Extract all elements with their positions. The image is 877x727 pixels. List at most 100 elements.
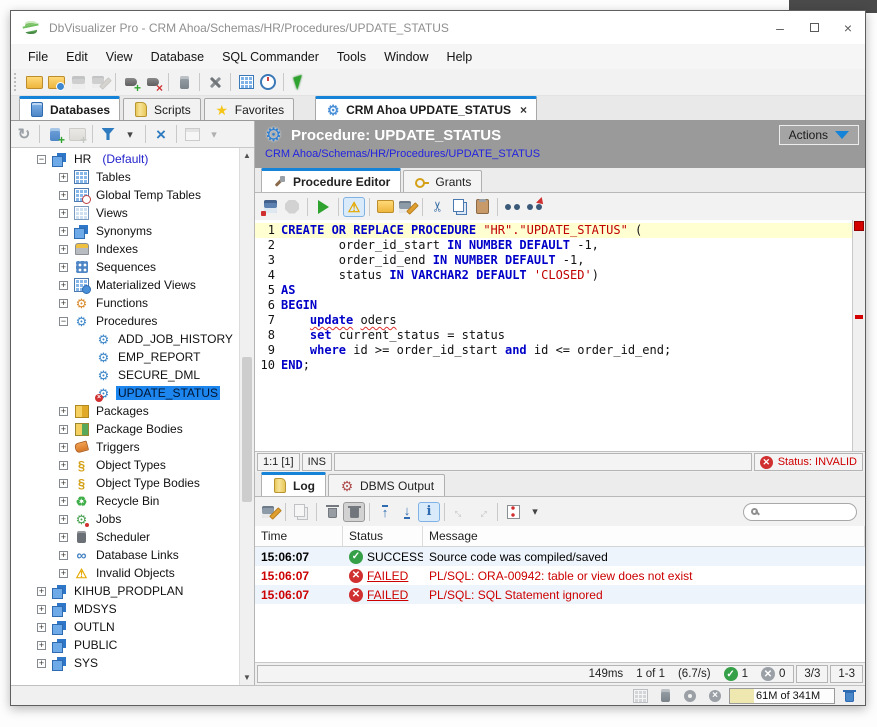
column-header-time[interactable]: Time: [255, 526, 343, 546]
code-line-7[interactable]: 7 update oders: [255, 313, 852, 328]
minimize-button[interactable]: –: [763, 11, 797, 44]
split-icon[interactable]: [502, 502, 524, 522]
expand-toggle-icon[interactable]: +: [59, 209, 68, 218]
expand-toggle-icon[interactable]: +: [59, 173, 68, 182]
tree-item-indexes[interactable]: +Indexes: [11, 240, 239, 258]
memory-indicator[interactable]: 61M of 341M: [729, 688, 835, 704]
menu-sql-commander[interactable]: SQL Commander: [213, 47, 328, 67]
menu-database[interactable]: Database: [142, 47, 214, 67]
tree-item-jobs[interactable]: +Jobs: [11, 510, 239, 528]
scroll-up-button[interactable]: ▲: [240, 148, 254, 163]
expand-toggle-icon[interactable]: +: [37, 641, 46, 650]
log-row[interactable]: 15:06:07✕FAILEDPL/SQL: ORA-00942: table …: [255, 566, 865, 585]
tree-item-views[interactable]: +Views: [11, 204, 239, 222]
tree-item-triggers[interactable]: +Triggers: [11, 438, 239, 456]
actions-button[interactable]: Actions: [779, 125, 859, 145]
maximize-button[interactable]: [797, 11, 831, 44]
server-icon[interactable]: [173, 72, 195, 92]
tree-item-outln[interactable]: +OUTLN: [11, 618, 239, 636]
expand-toggle-icon[interactable]: +: [59, 569, 68, 578]
close-button[interactable]: ×: [831, 11, 865, 44]
save-edit-icon[interactable]: [396, 197, 418, 217]
expand-toggle-icon[interactable]: +: [37, 623, 46, 632]
tree-item-public[interactable]: +PUBLIC: [11, 636, 239, 654]
find-replace-icon[interactable]: [524, 197, 546, 217]
tree-item-functions[interactable]: +Functions: [11, 294, 239, 312]
tree-item-materialized-views[interactable]: +Materialized Views: [11, 276, 239, 294]
gear-circle-icon[interactable]: [679, 686, 701, 706]
log-search-input[interactable]: [763, 506, 849, 518]
open-folder-icon[interactable]: [23, 72, 45, 92]
code-line-4[interactable]: 4 status IN VARCHAR2 DEFAULT 'CLOSED'): [255, 268, 852, 283]
menu-help[interactable]: Help: [438, 47, 482, 67]
expand-toggle-icon[interactable]: +: [59, 299, 68, 308]
folder-config-icon[interactable]: [45, 72, 67, 92]
db-add-icon[interactable]: [44, 124, 66, 144]
menu-tools[interactable]: Tools: [328, 47, 375, 67]
filter-icon[interactable]: [97, 124, 119, 144]
code-line-2[interactable]: 2 order_id_start IN NUMBER DEFAULT -1,: [255, 238, 852, 253]
code-line-5[interactable]: 5AS: [255, 283, 852, 298]
tree-item-sys[interactable]: +SYS: [11, 654, 239, 672]
column-header-message[interactable]: Message: [423, 526, 865, 546]
expand-toggle-icon[interactable]: +: [37, 659, 46, 668]
tab-log[interactable]: Log: [261, 472, 326, 496]
menu-window[interactable]: Window: [375, 47, 437, 67]
tree-item-package-bodies[interactable]: +Package Bodies: [11, 420, 239, 438]
tree-item-invalid-objects[interactable]: +Invalid Objects: [11, 564, 239, 582]
grid-table-icon[interactable]: [235, 72, 257, 92]
expand-toggle-icon[interactable]: +: [59, 281, 68, 290]
tree-item-global-temp-tables[interactable]: +Global Temp Tables: [11, 186, 239, 204]
expand-toggle-icon[interactable]: +: [59, 227, 68, 236]
menu-edit[interactable]: Edit: [57, 47, 97, 67]
toolbar-grip[interactable]: [14, 73, 19, 91]
clock-icon[interactable]: [257, 72, 279, 92]
tree-item-hr[interactable]: −HR(Default): [11, 150, 239, 168]
code-line-3[interactable]: 3 order_id_end IN NUMBER DEFAULT -1,: [255, 253, 852, 268]
find-icon[interactable]: [502, 197, 524, 217]
tab-databases[interactable]: Databases: [19, 96, 120, 120]
expand-toggle-icon[interactable]: +: [37, 587, 46, 596]
code-line-8[interactable]: 8 set current_status = status: [255, 328, 852, 343]
expand-toggle-icon[interactable]: +: [59, 245, 68, 254]
code-line-9[interactable]: 9 where id >= order_id_start and id <= o…: [255, 343, 852, 358]
server-icon[interactable]: [654, 686, 676, 706]
tree-item-database-links[interactable]: +Database Links: [11, 546, 239, 564]
expand-toggle-icon[interactable]: +: [59, 443, 68, 452]
expand-toggle-icon[interactable]: +: [59, 407, 68, 416]
log-search[interactable]: [743, 503, 857, 521]
save-edit-icon[interactable]: [259, 502, 281, 522]
expand-toggle-icon[interactable]: +: [59, 497, 68, 506]
code-line-1[interactable]: 1CREATE OR REPLACE PROCEDURE "HR"."UPDAT…: [255, 223, 852, 238]
tree-item-scheduler[interactable]: +Scheduler: [11, 528, 239, 546]
tree-item-update-status[interactable]: UPDATE_STATUS: [11, 384, 239, 402]
tree-item-tables[interactable]: +Tables: [11, 168, 239, 186]
trash-icon[interactable]: [321, 502, 343, 522]
scroll-down-button[interactable]: ▼: [240, 670, 254, 685]
log-row[interactable]: 15:06:07✓SUCCESSSource code was compiled…: [255, 547, 865, 566]
expand-toggle-icon[interactable]: +: [59, 461, 68, 470]
expand-toggle-icon[interactable]: +: [59, 515, 68, 524]
folder-icon[interactable]: [374, 197, 396, 217]
collapse-toggle-icon[interactable]: −: [59, 317, 68, 326]
error-marker-icon[interactable]: [854, 221, 864, 231]
tab-favorites[interactable]: Favorites: [204, 98, 294, 120]
sql-code[interactable]: 1CREATE OR REPLACE PROCEDURE "HR"."UPDAT…: [255, 220, 852, 451]
expand-toggle-icon[interactable]: +: [59, 479, 68, 488]
tab-grants[interactable]: Grants: [403, 170, 482, 192]
tab-dbms-output[interactable]: DBMS Output: [328, 474, 445, 496]
column-header-status[interactable]: Status: [343, 526, 423, 546]
to-bottom-icon[interactable]: [396, 502, 418, 522]
menu-view[interactable]: View: [97, 47, 142, 67]
close-tab-icon[interactable]: ×: [520, 103, 527, 117]
tree-item-emp-report[interactable]: EMP_REPORT: [11, 348, 239, 366]
refresh-icon[interactable]: [13, 124, 35, 144]
tree-item-object-type-bodies[interactable]: +Object Type Bodies: [11, 474, 239, 492]
tree-item-secure-dml[interactable]: SECURE_DML: [11, 366, 239, 384]
sql-editor[interactable]: 1CREATE OR REPLACE PROCEDURE "HR"."UPDAT…: [255, 220, 865, 452]
tools-icon[interactable]: [204, 72, 226, 92]
tab-procedure-editor[interactable]: Procedure Editor: [261, 168, 401, 192]
tree-item-sequences[interactable]: +Sequences: [11, 258, 239, 276]
tree-scrollbar[interactable]: ▲ ▼: [239, 148, 254, 685]
expand-toggle-icon[interactable]: +: [37, 605, 46, 614]
